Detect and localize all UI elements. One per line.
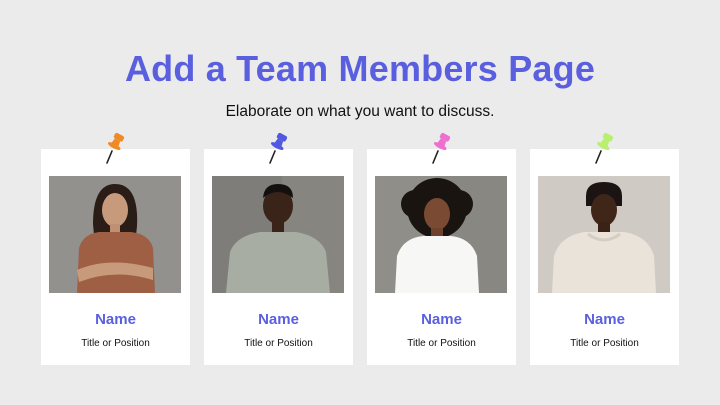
pushpin-icon [592, 131, 618, 165]
page-subtitle: Elaborate on what you want to discuss. [225, 103, 495, 120]
team-member-photo [49, 176, 181, 293]
pushpin-icon [103, 131, 129, 165]
member-role: Title or Position [244, 338, 313, 349]
member-role: Title or Position [81, 338, 150, 349]
page-title: Add a Team Members Page [124, 48, 596, 89]
member-name: Name [258, 311, 299, 328]
pushpin-icon [429, 131, 455, 165]
pushpin-icon [266, 131, 292, 165]
member-role: Title or Position [570, 338, 639, 349]
team-member-photo [538, 176, 670, 293]
member-name: Name [421, 311, 462, 328]
team-member-photo [212, 176, 344, 293]
member-name: Name [584, 311, 625, 328]
member-name: Name [95, 311, 136, 328]
team-member-card: Name Title or Position [204, 132, 353, 365]
team-member-card: Name Title or Position [530, 132, 679, 365]
member-role: Title or Position [407, 338, 476, 349]
team-member-card: Name Title or Position [367, 132, 516, 365]
team-member-photo [375, 176, 507, 293]
team-member-card: Name Title or Position [41, 132, 190, 365]
